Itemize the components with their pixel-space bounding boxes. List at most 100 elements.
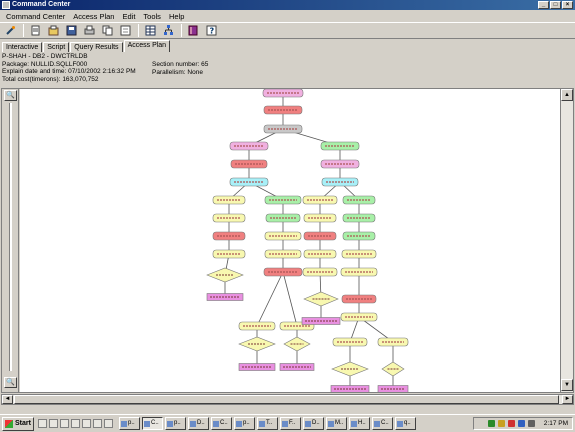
plan-info: P-SHAH - DB2 - DWCTRLDB Package: NULLID.…	[2, 53, 136, 83]
task-app-icon	[397, 420, 403, 427]
scroll-left-arrow[interactable]: ◄	[2, 395, 13, 404]
start-button[interactable]: Start	[2, 416, 34, 431]
taskbar-button[interactable]: C..	[142, 417, 163, 430]
volume-icon[interactable]	[527, 420, 535, 427]
task-app-icon	[259, 420, 265, 427]
horizontal-scroll-thumb[interactable]	[14, 395, 559, 404]
menu-help[interactable]: Help	[165, 12, 188, 21]
taskbar-button-label: M..	[335, 420, 344, 426]
taskbar-button-label: D..	[312, 420, 320, 426]
taskbar-button[interactable]: D..	[303, 417, 324, 430]
table-icon[interactable]	[143, 24, 157, 37]
tab-query-results[interactable]: Query Results	[70, 42, 123, 52]
taskbar: Start p.. C.. p.. D.. C.. p.. T.. F.. D.. M.. H.. C…	[0, 414, 575, 432]
copy-icon[interactable]	[100, 24, 114, 37]
taskbar-button[interactable]: F..	[280, 417, 301, 430]
task-buttons: p.. C.. p.. D.. C.. p.. T.. F.. D.. M.. H.. C.. q..	[119, 417, 416, 430]
taskbar-button-label: F..	[289, 420, 296, 426]
taskbar-button[interactable]: q..	[395, 417, 416, 430]
plan-index-node[interactable]	[303, 291, 339, 307]
quick-launch	[38, 419, 113, 428]
menu-tools[interactable]: Tools	[139, 12, 165, 21]
desktop-icon[interactable]	[38, 419, 47, 428]
scroll-up-arrow[interactable]: ▲	[561, 89, 573, 101]
plan-info-right: Section number: 65 Parallelism: None	[152, 61, 208, 76]
task-app-icon	[144, 420, 150, 427]
taskbar-button-label: p..	[243, 420, 250, 426]
menu-command-center[interactable]: Command Center	[2, 12, 69, 21]
menu-bar: Command Center Access Plan Edit Tools He…	[0, 10, 575, 22]
app2-icon[interactable]	[82, 419, 91, 428]
taskbar-button[interactable]: C..	[372, 417, 393, 430]
script-icon[interactable]	[28, 24, 42, 37]
taskbar-button-label: C..	[220, 420, 228, 426]
horizontal-scrollbar[interactable]: ◄ ►	[1, 394, 574, 405]
network-icon[interactable]	[487, 420, 495, 427]
book-icon[interactable]	[186, 24, 200, 37]
taskbar-button-label: p..	[128, 420, 135, 426]
tree-icon[interactable]	[161, 24, 175, 37]
package-name: Package: NULLID.SQLLF000	[2, 60, 88, 68]
taskbar-button[interactable]: p..	[234, 417, 255, 430]
close-button[interactable]: ×	[562, 1, 573, 9]
clock: 2:17 PM	[543, 420, 568, 427]
task-app-icon	[121, 420, 127, 427]
minimize-button[interactable]: _	[538, 1, 549, 9]
taskbar-button-label: H..	[358, 420, 366, 426]
maximize-button[interactable]: □	[550, 1, 561, 9]
zoom-out-button[interactable]: 🔍	[4, 377, 17, 388]
section-number: Section number: 65	[152, 61, 209, 68]
save-icon[interactable]	[64, 24, 78, 37]
windows-logo-icon	[5, 419, 13, 428]
tray-app2-icon[interactable]	[507, 420, 515, 427]
title-bar: Command Center _ □ ×	[0, 0, 575, 10]
zoom-in-button[interactable]: 🔍	[4, 90, 17, 101]
app-icon	[2, 1, 10, 9]
taskbar-button[interactable]: D..	[188, 417, 209, 430]
tab-strip: Interactive Script Query Results Access …	[2, 40, 171, 52]
mail-icon[interactable]	[60, 419, 69, 428]
taskbar-button[interactable]: p..	[165, 417, 186, 430]
tab-access-plan[interactable]: Access Plan	[123, 40, 171, 52]
menu-access-plan[interactable]: Access Plan	[69, 12, 118, 21]
app1-icon[interactable]	[71, 419, 80, 428]
access-plan-graph[interactable]	[20, 89, 560, 392]
task-app-icon	[351, 420, 357, 427]
task-app-icon	[213, 420, 219, 427]
app4-icon[interactable]	[104, 419, 113, 428]
taskbar-button-label: T..	[266, 420, 273, 426]
plan-index-node[interactable]	[381, 361, 405, 377]
open-icon[interactable]	[46, 24, 60, 37]
access-plan-frame: 🔍 🔍 ▲ ▼	[1, 88, 574, 393]
plan-edge	[282, 271, 298, 327]
app3-icon[interactable]	[93, 419, 102, 428]
help-icon[interactable]: ?	[204, 24, 218, 37]
task-app-icon	[236, 420, 242, 427]
task-app-icon	[282, 420, 288, 427]
tray-app3-icon[interactable]	[517, 420, 525, 427]
wand-icon[interactable]	[3, 24, 17, 37]
menu-edit[interactable]: Edit	[118, 12, 139, 21]
tray-app1-icon[interactable]	[497, 420, 505, 427]
taskbar-button[interactable]: p..	[119, 417, 140, 430]
taskbar-button-label: C..	[381, 420, 389, 426]
browser-icon[interactable]	[49, 419, 58, 428]
scroll-down-arrow[interactable]: ▼	[561, 379, 573, 391]
taskbar-button[interactable]: C..	[211, 417, 232, 430]
zoom-slider[interactable]	[9, 103, 12, 371]
task-app-icon	[305, 420, 311, 427]
task-app-icon	[374, 420, 380, 427]
tab-interactive[interactable]: Interactive	[2, 42, 43, 52]
tab-script[interactable]: Script	[43, 42, 70, 52]
system-tray: 2:17 PM	[473, 417, 573, 430]
taskbar-button-label: D..	[197, 420, 205, 426]
toolbar: ?	[0, 22, 575, 39]
scroll-right-arrow[interactable]: ►	[562, 395, 573, 404]
taskbar-button[interactable]: M..	[326, 417, 347, 430]
print-icon[interactable]	[82, 24, 96, 37]
vertical-scrollbar[interactable]: ▲ ▼	[560, 89, 573, 392]
paste-icon[interactable]	[118, 24, 132, 37]
taskbar-button[interactable]: H..	[349, 417, 370, 430]
taskbar-button[interactable]: T..	[257, 417, 278, 430]
taskbar-button-label: p..	[174, 420, 181, 426]
